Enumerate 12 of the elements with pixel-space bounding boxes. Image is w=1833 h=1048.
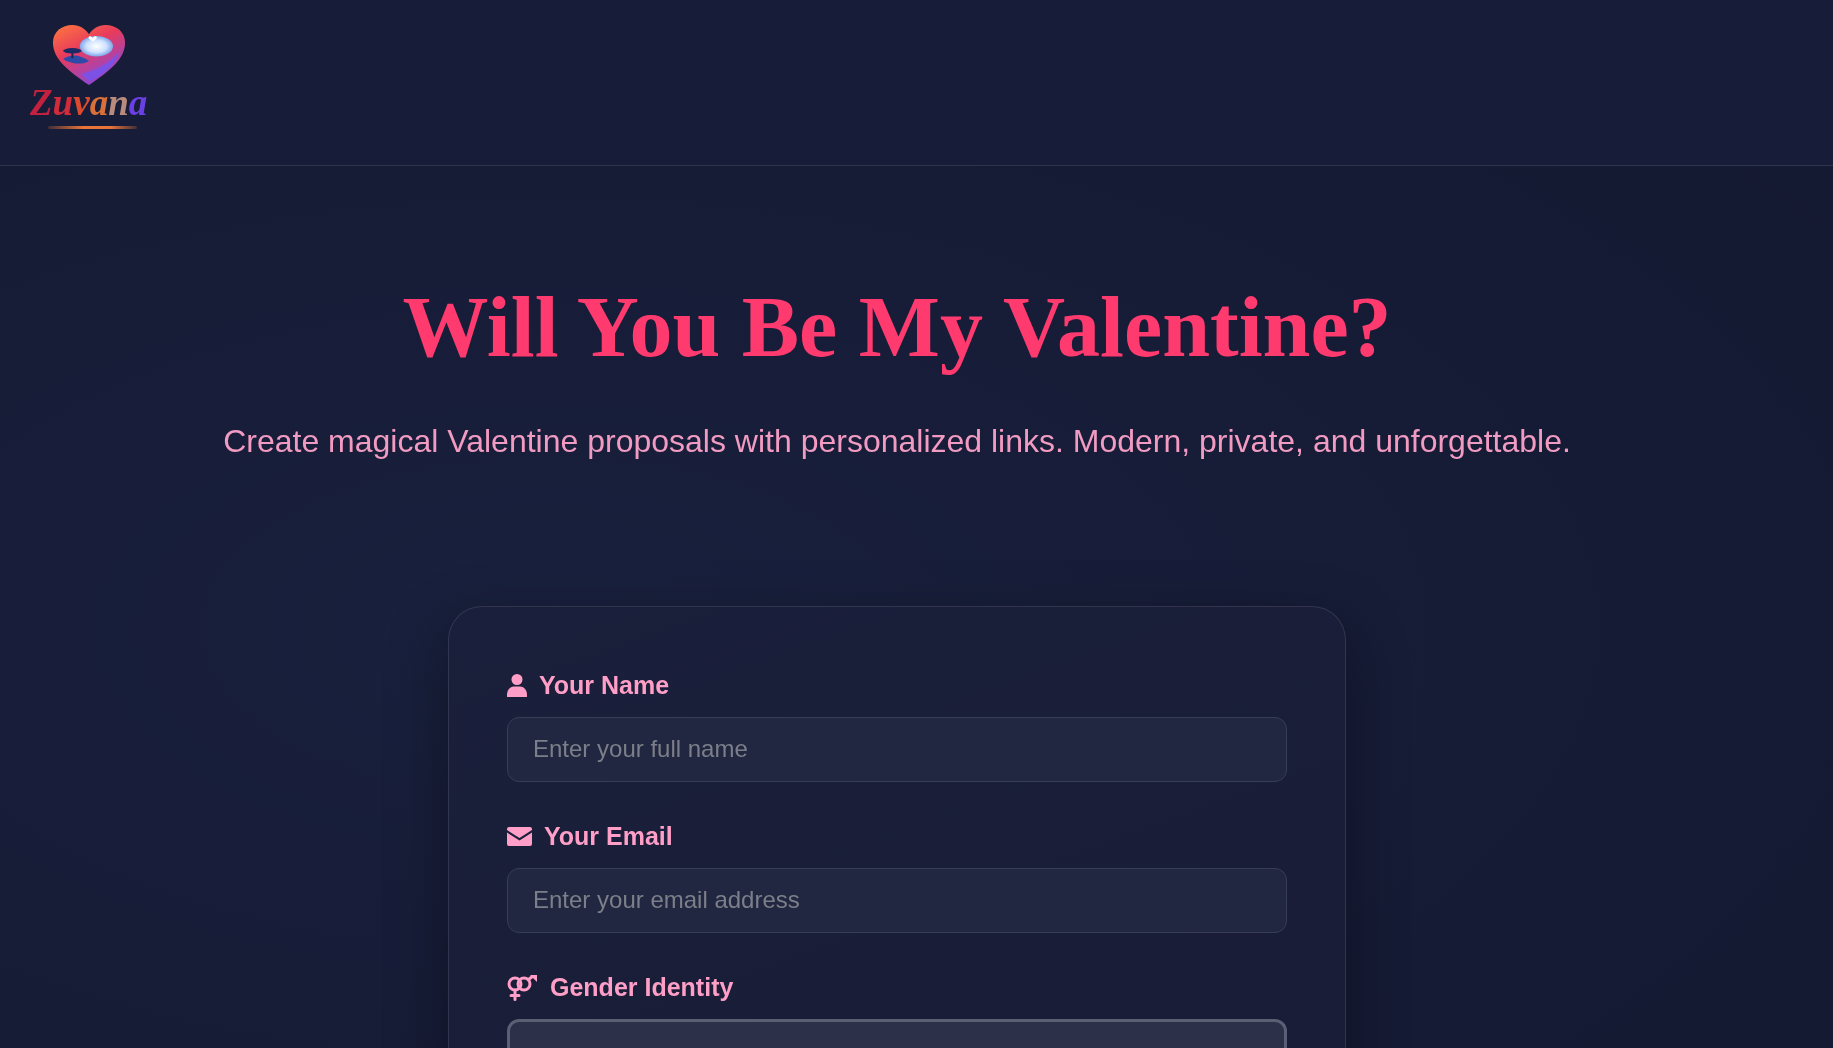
page-title: Will You Be My Valentine? (402, 278, 1392, 377)
gender-icon (507, 975, 538, 1001)
envelope-icon (507, 827, 532, 847)
brand-name: Zuvana (26, 84, 152, 130)
email-input[interactable]: Enter your email address (507, 868, 1287, 933)
field-label: Gender Identity (550, 973, 734, 1003)
field-label: Your Email (544, 822, 673, 852)
user-icon (507, 674, 527, 698)
page-subtitle: Create magical Valentine proposals with personalized links. Modern, private, and unforgettable. (223, 422, 1571, 462)
field-label: Your Name (539, 671, 670, 701)
heart-logo-icon (51, 24, 126, 86)
name-input[interactable]: Enter your full name (507, 717, 1287, 782)
